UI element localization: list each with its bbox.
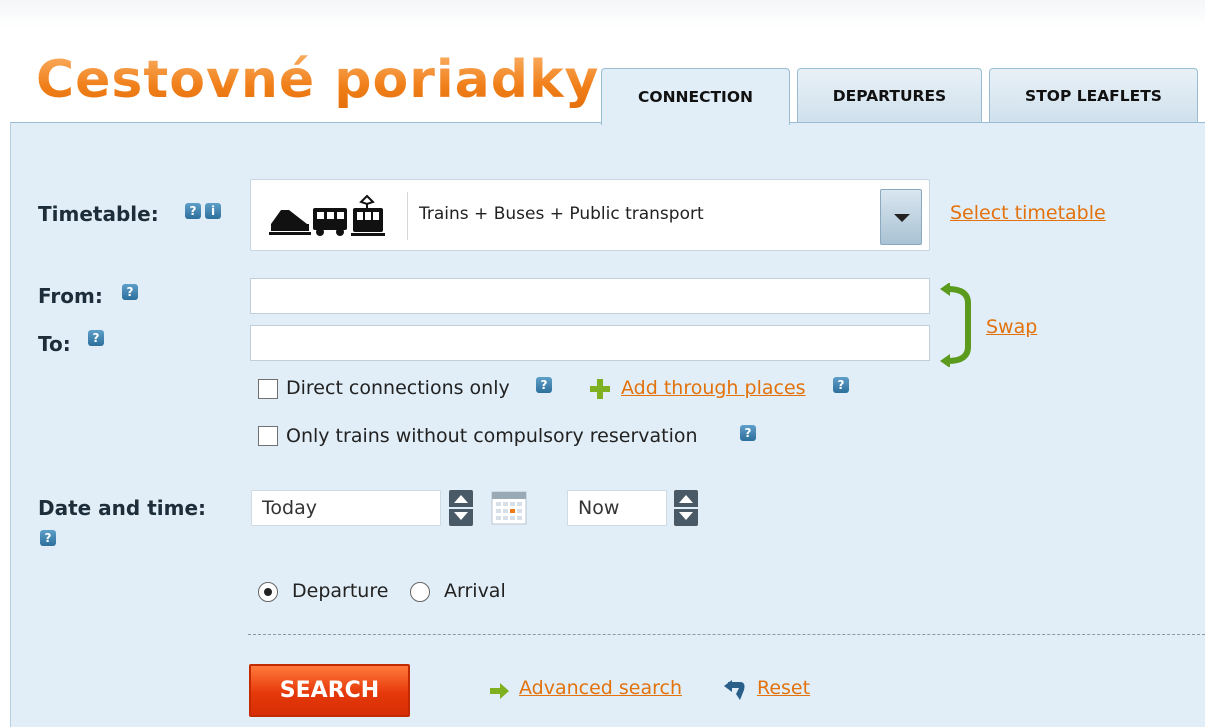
from-input[interactable] [250,278,930,314]
search-button[interactable]: SEARCH [249,664,410,717]
timetable-select[interactable]: Trains + Buses + Public transport [250,179,930,251]
date-time-label: Date and time: [38,496,207,520]
swap-arrows-icon[interactable] [938,283,978,367]
to-label: To: [38,332,71,356]
add-plus-icon[interactable] [589,378,611,400]
select-timetable-link[interactable]: Select timetable [950,202,1106,224]
add-through-places-link[interactable]: Add through places [621,377,806,399]
to-input[interactable] [250,325,930,361]
arrival-label: Arrival [444,580,506,602]
date-stepper[interactable] [449,490,473,526]
direct-connections-label: Direct connections only [286,377,510,399]
divider [407,192,408,240]
tab-stop-leaflets[interactable]: STOP LEAFLETS [989,68,1198,123]
help-icon[interactable]: ? [40,530,56,546]
transport-modes-icon [269,194,385,236]
no-reservation-label: Only trains without compulsory reservati… [286,425,698,447]
help-icon[interactable]: ? [88,330,104,346]
info-icon[interactable]: i [205,203,221,219]
arrival-radio[interactable] [410,582,430,602]
departure-label: Departure [292,580,389,602]
time-input[interactable] [567,490,667,526]
no-reservation-checkbox[interactable] [258,426,278,446]
direct-connections-checkbox[interactable] [258,379,278,399]
dropdown-arrow-button[interactable] [880,189,922,245]
reset-icon [724,680,745,700]
departure-radio[interactable] [258,582,278,602]
timetable-selected-value: Trains + Buses + Public transport [419,204,704,224]
arrow-right-icon [490,683,509,699]
help-icon[interactable]: ? [833,377,849,393]
help-icon[interactable]: ? [740,425,756,441]
from-label: From: [38,284,103,308]
time-stepper[interactable] [674,490,698,526]
divider [248,634,1205,635]
reset-link[interactable]: Reset [757,677,810,699]
advanced-search-link[interactable]: Advanced search [519,677,682,699]
tab-connection[interactable]: CONNECTION [601,68,790,125]
tab-departures[interactable]: DEPARTURES [797,68,982,123]
date-input[interactable] [251,490,441,526]
help-icon[interactable]: ? [536,377,552,393]
timetable-label: Timetable: [38,202,159,226]
help-icon[interactable]: ? [185,203,201,219]
calendar-icon[interactable] [488,488,530,528]
site-logo[interactable]: Cestovné poriadky [36,50,599,110]
swap-link[interactable]: Swap [986,316,1037,338]
help-icon[interactable]: ? [122,284,138,300]
